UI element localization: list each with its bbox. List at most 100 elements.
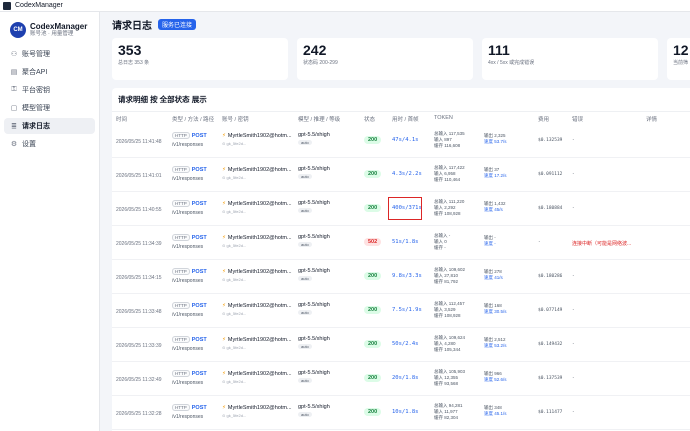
method-label: POST — [191, 167, 207, 173]
account-email-text: MyrtleSmith1902@hotm... — [227, 235, 292, 241]
error-value: - — [572, 274, 575, 279]
account-key-text: gk_5fe2d... — [226, 379, 247, 384]
sidebar-item-3[interactable]: ▢ 模型管理 — [4, 100, 95, 116]
status-badge: 200 — [364, 272, 382, 280]
timing-link[interactable]: 47s/4.1s — [392, 137, 419, 143]
sidebar-item-1[interactable]: ▤ 聚合API — [4, 64, 95, 80]
token-speed: 速度 52.6/s — [484, 377, 507, 382]
window-titlebar: CodexManager — [0, 0, 690, 12]
col-detail: 详情 — [646, 117, 658, 123]
account-key: ⊙ gk_5fe2d... — [222, 413, 247, 418]
model-name: gpt-5.5/xhigh — [298, 268, 330, 274]
table-row[interactable]: 2026/05/25 11:33:39 HTTP POST /v1/respons… — [112, 328, 690, 362]
account-email: ⚡ MyrtleSmith1902@hotm... — [222, 167, 292, 173]
model-name: gpt-5.5/xhigh — [298, 404, 330, 410]
account-email: ⚡ MyrtleSmith1902@hotm... — [222, 371, 292, 377]
token-speed: 速度 45/s — [484, 207, 503, 212]
token-speed: 速度 53.7/s — [484, 139, 507, 144]
sidebar-item-label: 平台密钥 — [22, 87, 50, 94]
status-badge: 200 — [364, 408, 382, 416]
model-tier: auto — [298, 310, 312, 315]
col-timing: 用时 / 首帧 — [392, 117, 419, 123]
timing-link[interactable]: 10s/1.8s — [392, 409, 419, 415]
model-name: gpt-5.5/xhigh — [298, 234, 330, 240]
account-dot-icon: ⚡ — [222, 201, 226, 207]
request-log-panel: 请求明细 按 全部状态 展示 时间 类型 / 方法 / 路径 账号 / 密钥 模… — [112, 88, 690, 431]
table-row[interactable]: 2026/05/25 11:32:28 HTTP POST /v1/respons… — [112, 396, 690, 430]
model-tier: auto — [298, 174, 312, 179]
col-model: 模型 / 推理 / 等级 — [298, 117, 341, 123]
error-value: - — [572, 410, 575, 415]
account-key-text: gk_5fe2d... — [226, 311, 247, 316]
token-cache: 缓存 108,928 — [434, 313, 461, 318]
table-row[interactable]: 2026/05/25 11:40:55 HTTP POST /v1/respons… — [112, 192, 690, 226]
cost-value: $0.077149 — [538, 308, 563, 313]
status-badge: 200 — [364, 340, 382, 348]
method-label: POST — [191, 235, 207, 241]
error-value: - — [572, 376, 575, 381]
sidebar-item-4[interactable]: ≣ 请求日志 — [4, 118, 95, 134]
account-dot-icon: ⚡ — [222, 303, 226, 309]
token-speed: 速度 53.2/s — [484, 343, 507, 348]
request-path: /v1/responses — [172, 346, 204, 352]
type-chip: HTTP — [172, 370, 190, 377]
account-key-text: gk_5fe2d... — [226, 277, 247, 282]
timing-link[interactable]: 51s/1.8s — [392, 239, 419, 245]
row-time: 2026/05/25 11:33:48 — [116, 309, 162, 315]
table-row[interactable]: 2026/05/25 11:34:39 HTTP POST /v1/respons… — [112, 226, 690, 260]
request-path: /v1/responses — [172, 278, 204, 284]
account-dot-icon: ⚡ — [222, 235, 226, 241]
model-name: gpt-5.5/xhigh — [298, 370, 330, 376]
timing-link[interactable]: 50s/2.4s — [392, 341, 419, 347]
row-time: 2026/05/25 11:41:01 — [116, 173, 162, 179]
timing-link[interactable]: 9.8s/3.3s — [392, 273, 422, 279]
cube-icon: ▢ — [10, 105, 18, 112]
sidebar-item-label: 模型管理 — [22, 105, 50, 112]
account-email: ⚡ MyrtleSmith1902@hotm... — [222, 201, 292, 207]
model-tier: auto — [298, 242, 312, 247]
table-row[interactable]: 2026/05/25 11:34:15 HTTP POST /v1/respons… — [112, 260, 690, 294]
timing-link[interactable]: 7.5s/1.9s — [392, 307, 422, 313]
model-tier: auto — [298, 276, 312, 281]
stat-desc: 总日志 353 条 — [118, 60, 150, 66]
status-badge: 200 — [364, 306, 382, 314]
account-email-text: MyrtleSmith1902@hotm... — [227, 269, 292, 275]
table-row[interactable]: 2026/05/25 11:41:48 HTTP POST /v1/respons… — [112, 124, 690, 158]
stat-card: 12 当前筛 — [667, 38, 690, 80]
account-key: ⊙ gk_5fe2d... — [222, 345, 247, 350]
timing-link[interactable]: 4.3s/2.2s — [392, 171, 422, 177]
method-label: POST — [191, 371, 207, 377]
table-row[interactable]: 2026/05/25 11:32:49 HTTP POST /v1/respons… — [112, 362, 690, 396]
status-badge: 服务已连接 — [158, 18, 197, 30]
table-header: 时间 类型 / 方法 / 路径 账号 / 密钥 模型 / 推理 / 等级 状态 … — [112, 112, 690, 124]
type-chip: HTTP — [172, 200, 190, 207]
account-email: ⚡ MyrtleSmith1902@hotm... — [222, 133, 292, 139]
main-content: 请求日志 服务已连接 353 总日志 353 条 242 状态码 200-299 111… — [100, 12, 690, 431]
table-row[interactable]: 2026/05/25 11:33:48 HTTP POST /v1/respons… — [112, 294, 690, 328]
account-email-text: MyrtleSmith1902@hotm... — [227, 337, 292, 343]
gear-icon: ⚙ — [10, 141, 18, 148]
model-name: gpt-5.5/xhigh — [298, 302, 330, 308]
account-key-text: gk_5fe2d... — [226, 175, 247, 180]
table-row[interactable]: 2026/05/25 11:41:01 HTTP POST /v1/respons… — [112, 158, 690, 192]
request-path: /v1/responses — [172, 210, 204, 216]
sidebar-item-0[interactable]: ⚇ 账号管理 — [4, 46, 95, 62]
brand-logo: CM — [10, 21, 26, 38]
account-email-text: MyrtleSmith1902@hotm... — [227, 133, 292, 139]
cost-value: $0.149432 — [538, 342, 563, 347]
row-time: 2026/05/25 11:34:39 — [116, 241, 162, 247]
timing-link[interactable]: 20s/1.8s — [392, 375, 419, 381]
row-time: 2026/05/25 11:34:15 — [116, 275, 162, 281]
sidebar-item-2[interactable]: ⚿ 平台密钥 — [4, 82, 95, 98]
account-key: ⊙ gk_5fe2d... — [222, 175, 247, 180]
error-value: - — [572, 308, 575, 313]
sidebar-item-5[interactable]: ⚙ 设置 — [4, 136, 95, 152]
cost-value: $0.132539 — [538, 138, 563, 143]
status-badge: 200 — [364, 374, 382, 382]
table-body: 2026/05/25 11:41:48 HTTP POST /v1/respons… — [112, 124, 690, 430]
request-path: /v1/responses — [172, 244, 204, 250]
sidebar-item-label: 设置 — [22, 141, 36, 148]
stat-card: 353 总日志 353 条 — [112, 38, 288, 80]
col-type: 类型 / 方法 / 路径 — [172, 117, 215, 123]
stat-value: 242 — [303, 42, 327, 58]
